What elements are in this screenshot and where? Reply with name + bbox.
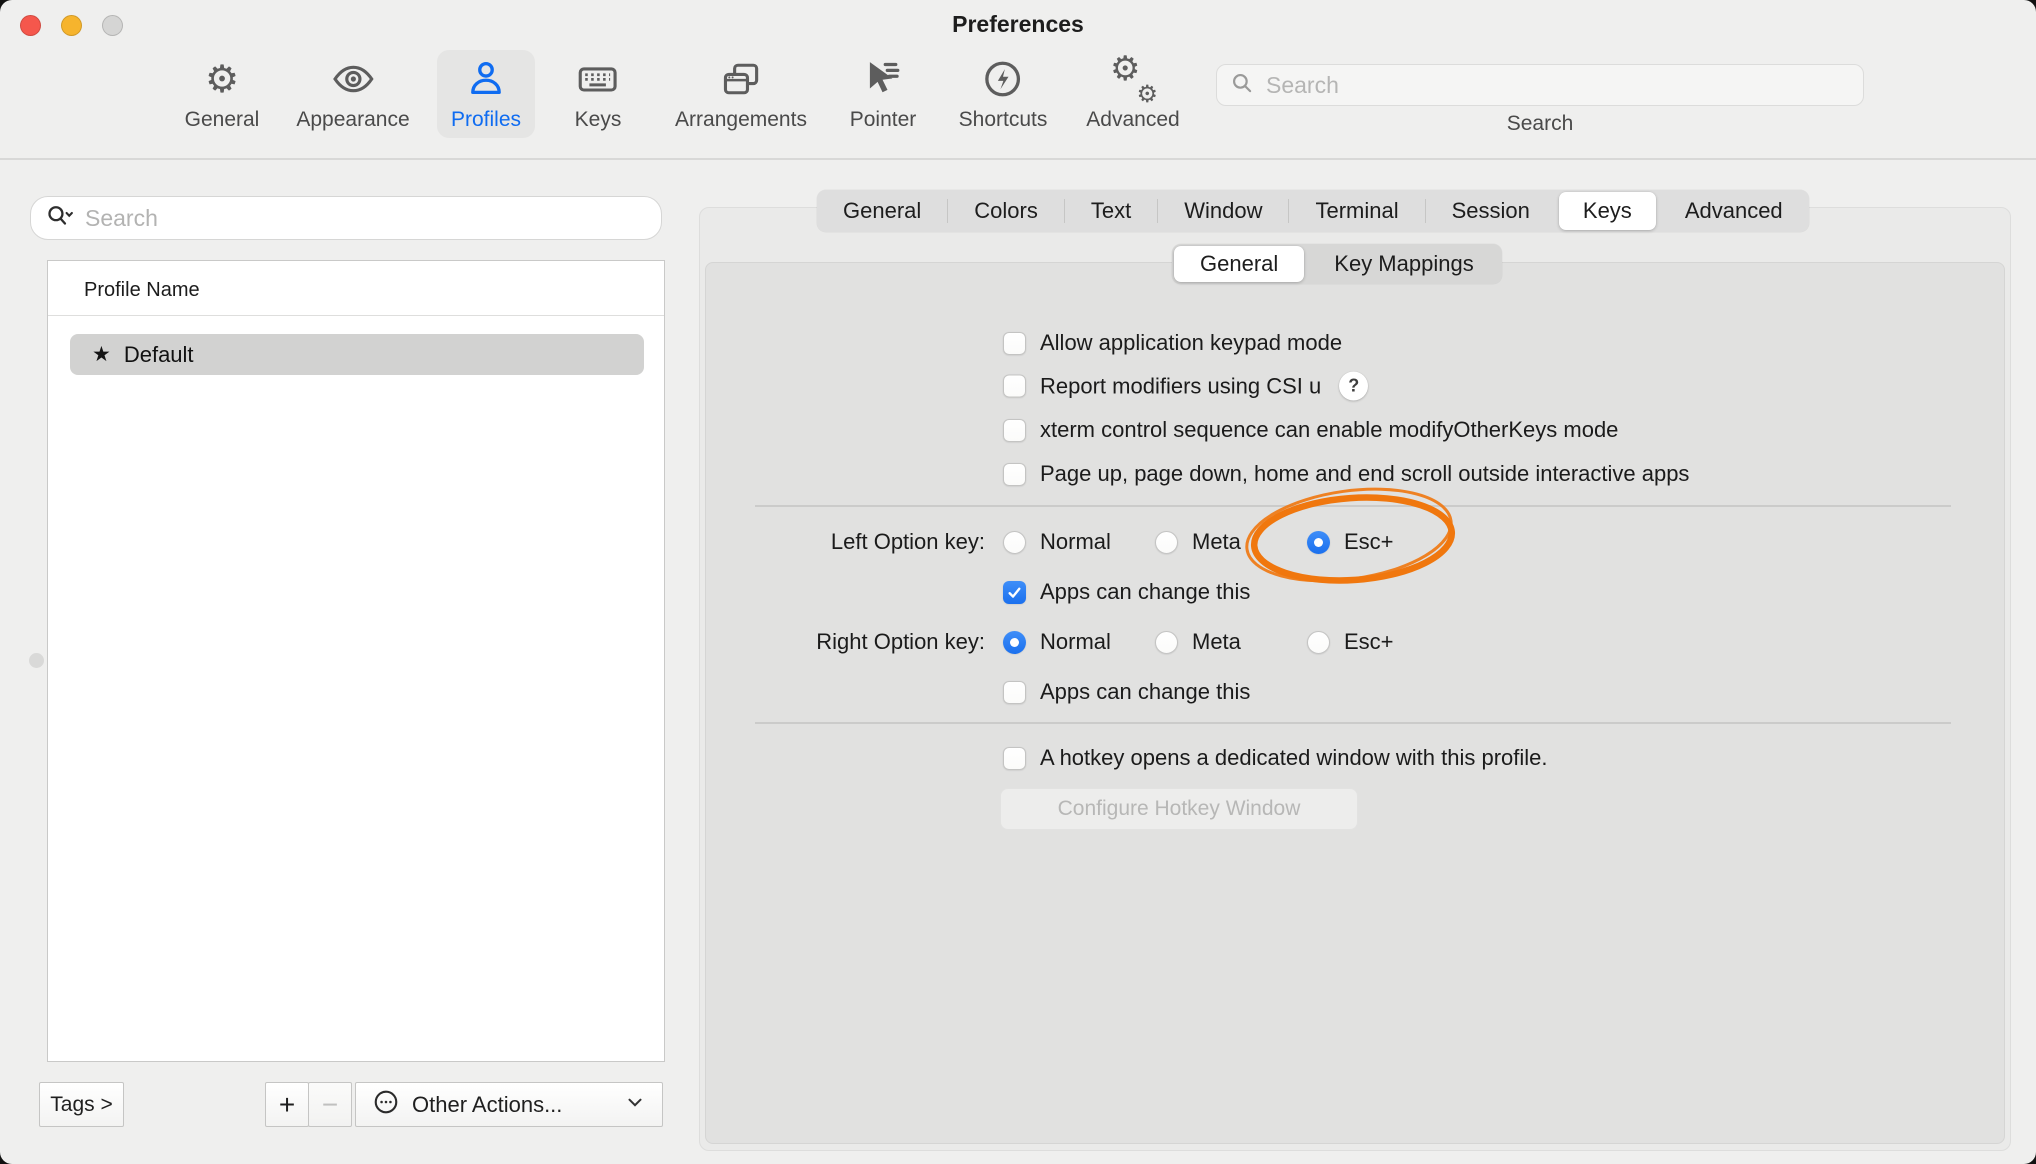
configure-hotkey-window-button[interactable]: Configure Hotkey Window [1000,788,1358,830]
radio-right-meta-item: Meta [1155,629,1241,655]
checkbox-right-apps-can-change[interactable] [1003,681,1026,704]
tab-text[interactable]: Text [1065,190,1157,232]
checkbox-row: Apps can change this [1003,579,1250,605]
profile-search-field[interactable] [30,196,662,240]
profile-tab-bar: General Colors Text Window Terminal Sess… [817,190,1809,232]
radio-right-normal-item: Normal [1003,629,1111,655]
radio-left-normal[interactable] [1003,531,1026,554]
checkmark-icon [1006,584,1023,601]
checkbox-left-apps-can-change[interactable] [1003,581,1026,604]
radio-right-esc[interactable] [1307,631,1330,654]
tab-session[interactable]: Session [1426,190,1556,232]
toolbar-item-arrangements[interactable]: Arrangements [661,50,821,138]
checkbox-row: A hotkey opens a dedicated window with t… [1003,745,1548,771]
person-icon [464,56,508,102]
toolbar-item-appearance[interactable]: Appearance [282,50,423,138]
section-divider [755,505,1951,507]
gear-icon: ⚙ [205,56,239,102]
window-title: Preferences [0,11,2036,38]
checkbox-row: Page up, page down, home and end scroll … [1003,461,1689,487]
eye-icon [331,56,375,102]
radio-left-meta[interactable] [1155,531,1178,554]
other-actions-dropdown[interactable]: Other Actions... [355,1082,663,1127]
add-profile-button[interactable]: + [265,1082,309,1127]
circle-ellipsis-icon [372,1088,400,1122]
keys-subtab-bar: General Key Mappings [1172,244,1502,284]
radio-right-normal[interactable] [1003,631,1026,654]
keyboard-icon [576,56,620,102]
search-scope-icon [45,201,75,236]
chevron-down-icon [624,1091,646,1119]
checkbox-row: Allow application keypad mode [1003,330,1342,356]
screen: Preferences ⚙ General Appearance Profile… [0,0,2036,1164]
toolbar-item-general[interactable]: ⚙ General [171,50,274,138]
checkbox-hotkey-window[interactable] [1003,747,1026,770]
windows-icon [719,56,763,102]
radio-left-esc[interactable] [1307,531,1330,554]
search-icon [1229,70,1255,101]
toolbar-item-profiles[interactable]: Profiles [437,50,535,138]
toolbar-item-shortcuts[interactable]: Shortcuts [945,50,1062,138]
tab-advanced[interactable]: Advanced [1659,190,1809,232]
profile-list: Profile Name ★ Default [47,260,665,1062]
section-divider [755,722,1951,724]
tab-window[interactable]: Window [1158,190,1288,232]
radio-left-normal-item: Normal [1003,529,1111,555]
tab-colors[interactable]: Colors [948,190,1064,232]
radio-right-esc-item: Esc+ [1307,629,1394,655]
right-option-key-label: Right Option key: [730,629,985,655]
star-icon: ★ [92,344,111,365]
splitter-handle[interactable] [29,653,44,668]
left-option-key-label: Left Option key: [730,529,985,555]
radio-left-meta-item: Meta [1155,529,1241,555]
toolbar-item-advanced[interactable]: ⚙⚙ Advanced [1072,50,1193,138]
radio-right-meta[interactable] [1155,631,1178,654]
search-caption: Search [1216,112,1864,136]
tab-keys[interactable]: Keys [1559,192,1656,230]
toolbar-search-field[interactable] [1216,64,1864,106]
radio-left-esc-item: Esc+ [1307,529,1394,555]
checkbox-keypad-mode[interactable] [1003,332,1026,355]
checkbox-row: Report modifiers using CSI u ? [1003,372,1368,401]
profile-row-default[interactable]: ★ Default [70,334,644,375]
subtab-key-mappings[interactable]: Key Mappings [1306,244,1501,284]
checkbox-csi-u[interactable] [1003,375,1026,398]
toolbar-item-pointer[interactable]: Pointer [836,50,931,138]
toolbar-divider [0,158,2036,160]
preferences-window: Preferences ⚙ General Appearance Profile… [0,0,2036,1164]
subtab-general[interactable]: General [1174,246,1304,282]
search-input[interactable] [1264,71,1851,100]
help-button[interactable]: ? [1339,372,1368,401]
lightning-circle-icon [981,56,1025,102]
profile-list-header: Profile Name [84,279,200,302]
gears-icon: ⚙⚙ [1110,56,1156,102]
remove-profile-button[interactable]: − [308,1082,352,1127]
profile-name: Default [124,342,194,368]
toolbar-item-keys[interactable]: Keys [561,50,636,138]
checkbox-page-scroll[interactable] [1003,463,1026,486]
cursor-icon [861,56,905,102]
tab-general[interactable]: General [817,190,947,232]
checkbox-row: Apps can change this [1003,679,1250,705]
profile-search-input[interactable] [83,204,647,233]
title-bar: Preferences [0,0,2036,50]
checkbox-row: xterm control sequence can enable modify… [1003,417,1618,443]
tags-button[interactable]: Tags > [39,1082,124,1127]
checkbox-modify-other-keys[interactable] [1003,419,1026,442]
tab-terminal[interactable]: Terminal [1289,190,1424,232]
header-divider [48,315,664,316]
